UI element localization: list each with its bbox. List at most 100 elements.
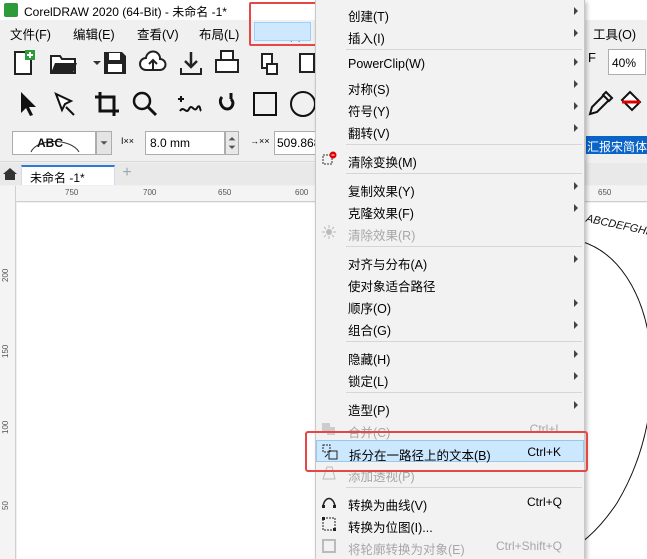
- annotation-box-selected-item: [305, 431, 588, 472]
- coreldraw-logo-icon: [4, 3, 18, 17]
- submenu-arrow-icon: [574, 350, 578, 358]
- right-toolbar-area: F 40% 汇报宋简体: [586, 42, 647, 162]
- freehand-tool-icon[interactable]: [174, 89, 204, 119]
- new-document-icon[interactable]: [8, 48, 38, 78]
- print-icon[interactable]: [212, 48, 242, 78]
- eyedropper-icon[interactable]: [586, 88, 616, 118]
- submenu-arrow-icon: [574, 80, 578, 88]
- ruler-tick-label: 650: [598, 188, 612, 197]
- submenu-arrow-icon: [574, 401, 578, 409]
- menu-row-label: 对齐与分布(A): [348, 258, 428, 272]
- font-name-selected[interactable]: 汇报宋简体: [586, 136, 647, 154]
- menu-row-3[interactable]: PowerClip(W): [316, 53, 584, 75]
- window-title: CorelDRAW 2020 (64-Bit) - 未命名 -1*: [24, 5, 227, 19]
- submenu-arrow-icon: [574, 124, 578, 132]
- zoom-level-input[interactable]: 40%: [608, 49, 646, 75]
- ruler-tick-label: 750: [65, 188, 79, 197]
- preset-dropdown-button[interactable]: [96, 131, 112, 155]
- submenu-arrow-icon: [574, 7, 578, 15]
- zoom-level-value: 40%: [612, 56, 637, 70]
- size-input[interactable]: 8.0 mm: [145, 131, 225, 155]
- menu-separator: [346, 144, 582, 145]
- submenu-arrow-icon: [574, 321, 578, 329]
- menu-row-27[interactable]: 转换为曲线(V) Ctrl+Q: [316, 491, 584, 513]
- menu-separator: [346, 173, 582, 174]
- menu-separator: [346, 49, 582, 50]
- submenu-arrow-icon: [574, 29, 578, 37]
- submenu-arrow-icon: [574, 102, 578, 110]
- pick-tool-icon[interactable]: [12, 89, 42, 119]
- menu-row-label: 插入(I): [348, 32, 385, 46]
- open-folder-icon[interactable]: [48, 48, 78, 78]
- size-spinner[interactable]: [225, 131, 239, 155]
- zoom-tool-icon[interactable]: [130, 89, 160, 119]
- submenu-arrow-icon: [574, 299, 578, 307]
- menu-row-label: 使对象适合路径: [348, 280, 436, 294]
- menu-row-4[interactable]: 对称(S): [316, 75, 584, 97]
- menu-row-6[interactable]: 翻转(V): [316, 119, 584, 141]
- menu-row-0[interactable]: 创建(T): [316, 2, 584, 24]
- menu-row-label: 复制效果(Y): [348, 185, 415, 199]
- ruler-tick-label: 200: [1, 268, 10, 282]
- crop-tool-icon[interactable]: [92, 89, 122, 119]
- import-icon[interactable]: [176, 48, 206, 78]
- menu-item-3[interactable]: 布局(L): [199, 24, 239, 43]
- menu-row-14[interactable]: 对齐与分布(A): [316, 250, 584, 272]
- menu-row-label: 符号(Y): [348, 105, 390, 119]
- menu-row-label: 顺序(O): [348, 302, 392, 316]
- menu-item-0[interactable]: 文件(F): [10, 24, 51, 43]
- menu-item-5[interactable]: 工具(O): [593, 24, 636, 43]
- menu-row-15[interactable]: 使对象适合路径: [316, 272, 584, 294]
- text-path-preset-box[interactable]: ABC: [12, 131, 96, 155]
- menu-row-20[interactable]: 锁定(L): [316, 367, 584, 389]
- menu-row-shortcut: Ctrl+Q: [526, 495, 562, 509]
- cloud-upload-icon[interactable]: [138, 48, 168, 78]
- home-icon[interactable]: [2, 166, 18, 182]
- menu-row-22[interactable]: 造型(P): [316, 396, 584, 418]
- document-tab[interactable]: 未命名 -1*: [21, 165, 115, 185]
- rectangle-tool-icon[interactable]: [250, 89, 280, 119]
- menu-row-label: 翻转(V): [348, 127, 390, 141]
- object-menu-dropdown: 创建(T) 插入(I) PowerClip(W) 对称(S) 符号(Y) 翻转(V) 清除变…: [315, 0, 585, 559]
- menu-row-5[interactable]: 符号(Y): [316, 97, 584, 119]
- size-input-value: 8.0 mm: [150, 136, 191, 150]
- fill-tool-icon[interactable]: [616, 88, 646, 118]
- convert-bitmap-icon: [321, 516, 337, 532]
- ruler-tick-label: 600: [295, 188, 309, 197]
- menu-row-8[interactable]: 清除变换(M): [316, 148, 584, 170]
- vertical-ruler[interactable]: 200 150 100 50: [0, 186, 16, 559]
- add-tab-button[interactable]: +: [118, 165, 136, 183]
- position-input-value: 509.868: [277, 136, 319, 150]
- menu-separator: [346, 246, 582, 247]
- ruler-tick-label: 100: [1, 420, 10, 434]
- ellipse-tool-icon[interactable]: [288, 89, 318, 119]
- shape-tool-icon[interactable]: [50, 89, 80, 119]
- menu-row-label: 清除变换(M): [348, 156, 417, 170]
- menu-item-1[interactable]: 编辑(E): [73, 24, 115, 43]
- submenu-arrow-icon: [574, 372, 578, 380]
- menu-row-label: 锁定(L): [348, 375, 389, 389]
- submenu-arrow-icon: [574, 58, 578, 66]
- menu-row-28[interactable]: 转换为位图(I)...: [316, 513, 584, 535]
- open-dropdown-icon[interactable]: [82, 48, 101, 78]
- menu-row-17[interactable]: 组合(G): [316, 316, 584, 338]
- menu-row-10[interactable]: 复制效果(Y): [316, 177, 584, 199]
- ruler-tick-label: 650: [218, 188, 232, 197]
- menu-separator: [346, 487, 582, 488]
- menu-row-label: 转换为曲线(V): [348, 499, 428, 513]
- submenu-arrow-icon: [574, 255, 578, 263]
- menu-row-16[interactable]: 顺序(O): [316, 294, 584, 316]
- artistic-media-icon[interactable]: [212, 89, 242, 119]
- submenu-arrow-icon: [574, 182, 578, 190]
- menu-separator: [346, 392, 582, 393]
- menu-item-2[interactable]: 查看(V): [137, 24, 179, 43]
- export-icon[interactable]: [292, 48, 315, 78]
- menu-row-29: 将轮廓转换为对象(E) Ctrl+Shift+Q: [316, 535, 584, 557]
- menu-row-19[interactable]: 隐藏(H): [316, 345, 584, 367]
- position-input[interactable]: 509.868: [274, 131, 319, 155]
- save-icon[interactable]: [100, 48, 130, 78]
- submenu-arrow-icon: [574, 204, 578, 212]
- publish-icon[interactable]: [256, 48, 286, 78]
- menu-row-1[interactable]: 插入(I): [316, 24, 584, 46]
- menu-row-11[interactable]: 克隆效果(F): [316, 199, 584, 221]
